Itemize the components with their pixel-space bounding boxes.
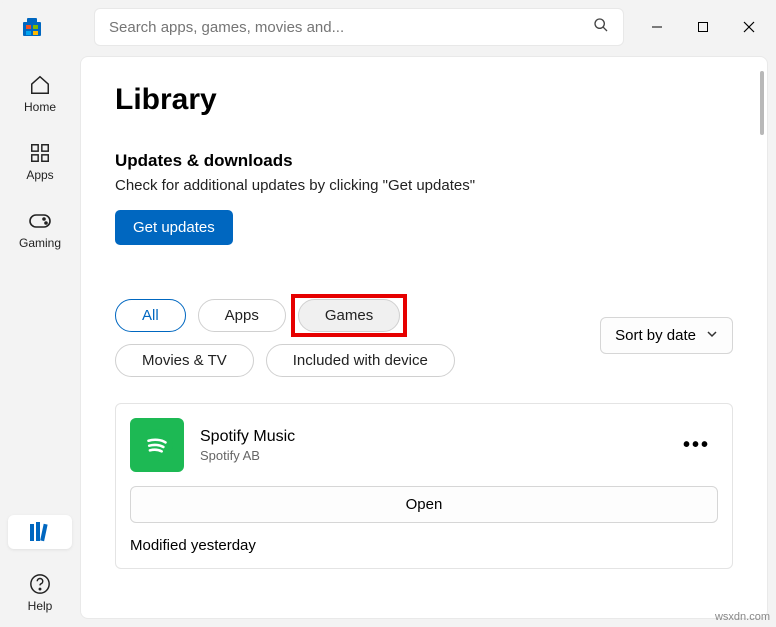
filter-chip-all[interactable]: All xyxy=(115,299,186,332)
body: Home Apps Gaming Help Library Updates & xyxy=(0,48,776,627)
sidebar-item-home[interactable]: Home xyxy=(8,68,72,118)
page-title: Library xyxy=(115,83,733,117)
app-title: Spotify Music xyxy=(200,428,295,446)
search-box[interactable] xyxy=(94,8,624,46)
more-options-button[interactable]: ••• xyxy=(675,430,718,461)
library-icon xyxy=(28,519,52,545)
spotify-icon xyxy=(130,418,184,472)
filter-chip-apps[interactable]: Apps xyxy=(198,299,286,332)
sidebar-item-help[interactable]: Help xyxy=(8,567,72,617)
window-controls xyxy=(634,9,772,45)
updates-heading: Updates & downloads xyxy=(115,151,733,171)
filter-chip-included[interactable]: Included with device xyxy=(266,344,455,377)
home-icon xyxy=(29,72,51,98)
maximize-button[interactable] xyxy=(680,9,726,45)
apps-icon xyxy=(29,140,51,166)
sidebar-item-gaming[interactable]: Gaming xyxy=(8,204,72,254)
gaming-icon xyxy=(28,208,52,234)
sidebar-item-apps[interactable]: Apps xyxy=(8,136,72,186)
app-card-header: Spotify Music Spotify AB ••• xyxy=(130,418,718,472)
sidebar-item-label: Help xyxy=(28,599,53,613)
sort-label: Sort by date xyxy=(615,327,696,344)
minimize-button[interactable] xyxy=(634,9,680,45)
sidebar-item-label: Apps xyxy=(26,168,53,182)
app-publisher: Spotify AB xyxy=(200,448,295,463)
sidebar-item-label: Home xyxy=(24,100,56,114)
updates-description: Check for additional updates by clicking… xyxy=(115,177,733,194)
app-info: Spotify Music Spotify AB xyxy=(200,428,295,463)
sidebar-item-library[interactable] xyxy=(8,515,72,549)
get-updates-button[interactable]: Get updates xyxy=(115,210,233,245)
annotation-highlight xyxy=(291,294,407,337)
search-input[interactable] xyxy=(109,19,593,36)
open-button[interactable]: Open xyxy=(130,486,718,523)
sidebar-item-label: Gaming xyxy=(19,236,61,250)
microsoft-store-window: Home Apps Gaming Help Library Updates & xyxy=(0,0,776,627)
search-icon xyxy=(593,17,609,38)
modified-text: Modified yesterday xyxy=(130,537,718,554)
scrollbar-thumb[interactable] xyxy=(760,71,764,135)
chevron-down-icon xyxy=(706,327,718,344)
filter-chip-games[interactable]: Games xyxy=(298,299,400,332)
app-card: Spotify Music Spotify AB ••• Open Modifi… xyxy=(115,403,733,569)
main-content: Library Updates & downloads Check for ad… xyxy=(80,56,768,619)
sort-button[interactable]: Sort by date xyxy=(600,317,733,354)
help-icon xyxy=(29,571,51,597)
sidebar: Home Apps Gaming Help xyxy=(0,48,80,627)
filter-chips: All Apps Games Movies & TV Included with… xyxy=(115,299,545,377)
watermark: wsxdn.com xyxy=(715,611,770,623)
store-logo xyxy=(8,15,56,39)
filter-chip-movies-tv[interactable]: Movies & TV xyxy=(115,344,254,377)
close-button[interactable] xyxy=(726,9,772,45)
title-bar xyxy=(0,0,776,48)
filter-row: All Apps Games Movies & TV Included with… xyxy=(115,299,733,377)
